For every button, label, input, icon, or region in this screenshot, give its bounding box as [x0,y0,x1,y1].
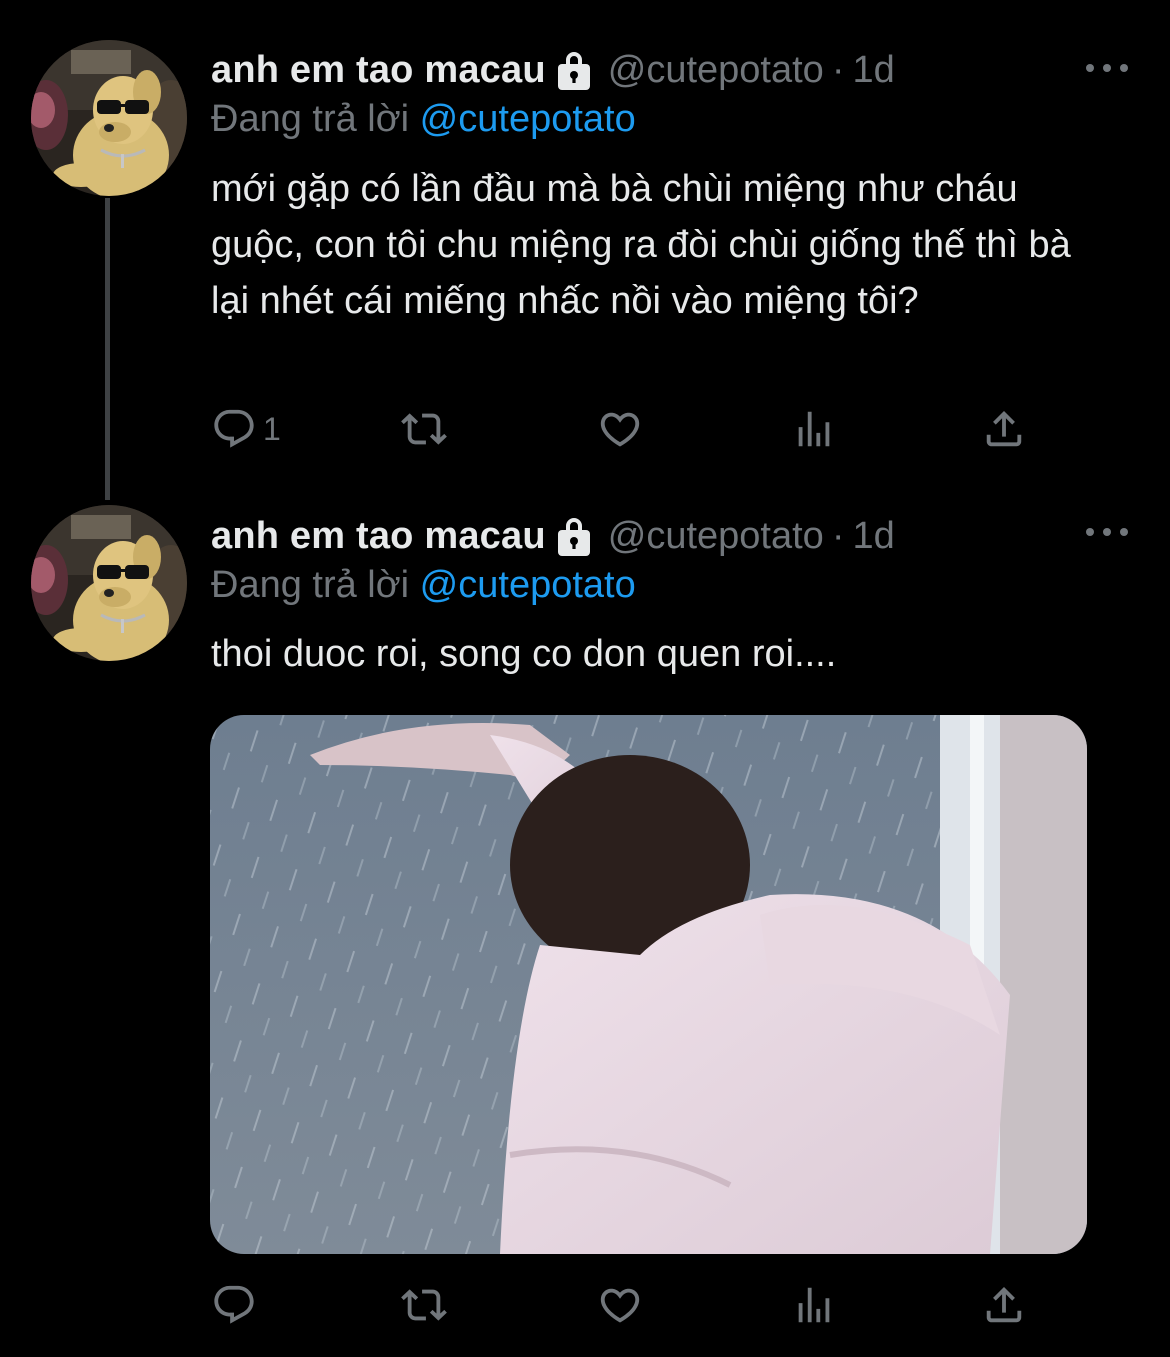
tweet-header: anh em tao macau @cutepotato · 1d [211,506,895,566]
separator-dot: · [831,48,845,91]
reply-count: 1 [263,410,281,447]
reply-icon [211,1282,257,1328]
lock-icon [554,514,594,558]
timestamp[interactable]: 1d [852,49,894,92]
replying-to-mention[interactable]: @cutepotato [420,564,636,606]
reply-button[interactable]: 1 [211,404,281,454]
replying-to: Đang trả lời @cutepotato [211,98,636,141]
heart-icon [597,406,643,452]
tweet-text: thoi duoc roi, song co don quen roi.... [211,633,837,675]
replying-to-label: Đang trả lời [211,564,410,606]
replying-to-label: Đang trả lời [211,98,410,140]
user-handle[interactable]: @cutepotato [608,515,824,558]
like-button[interactable] [597,404,643,454]
replying-to: Đang trả lời @cutepotato [211,564,636,607]
avatar[interactable] [31,505,187,661]
analytics-button[interactable] [791,1280,837,1330]
analytics-button[interactable] [791,404,837,454]
display-name[interactable]: anh em tao macau [211,49,546,92]
heart-icon [597,1282,643,1328]
tweet[interactable]: anh em tao macau @cutepotato · 1d Đang t… [0,0,1170,500]
like-button[interactable] [597,1280,643,1330]
user-handle[interactable]: @cutepotato [608,49,824,92]
lock-icon [554,48,594,92]
tweet-media-image[interactable] [210,715,1087,1254]
share-button[interactable] [981,404,1027,454]
timestamp[interactable]: 1d [852,515,894,558]
retweet-icon [401,1282,447,1328]
display-name[interactable]: anh em tao macau [211,515,546,558]
analytics-icon [791,406,837,452]
share-icon [981,406,1027,452]
tweet-actions: 1 [211,404,1051,454]
separator-dot: · [831,514,845,557]
replying-to-mention[interactable]: @cutepotato [420,98,636,140]
tweet[interactable]: anh em tao macau @cutepotato · 1d Đang t… [0,500,1170,1357]
tweet-actions [211,1280,1051,1330]
thread-connector-line [105,198,110,500]
share-button[interactable] [981,1280,1027,1330]
tweet-text: mới gặp có lần đầu mà bà chùi miệng như … [211,168,1071,322]
share-icon [981,1282,1027,1328]
avatar[interactable] [31,40,187,196]
more-icon[interactable] [1086,522,1128,542]
tweet-header: anh em tao macau @cutepotato · 1d [211,40,895,100]
reply-icon [211,406,257,452]
retweet-button[interactable] [401,404,447,454]
retweet-icon [401,406,447,452]
retweet-button[interactable] [401,1280,447,1330]
more-icon[interactable] [1086,58,1128,78]
analytics-icon [791,1282,837,1328]
reply-button[interactable] [211,1280,263,1330]
